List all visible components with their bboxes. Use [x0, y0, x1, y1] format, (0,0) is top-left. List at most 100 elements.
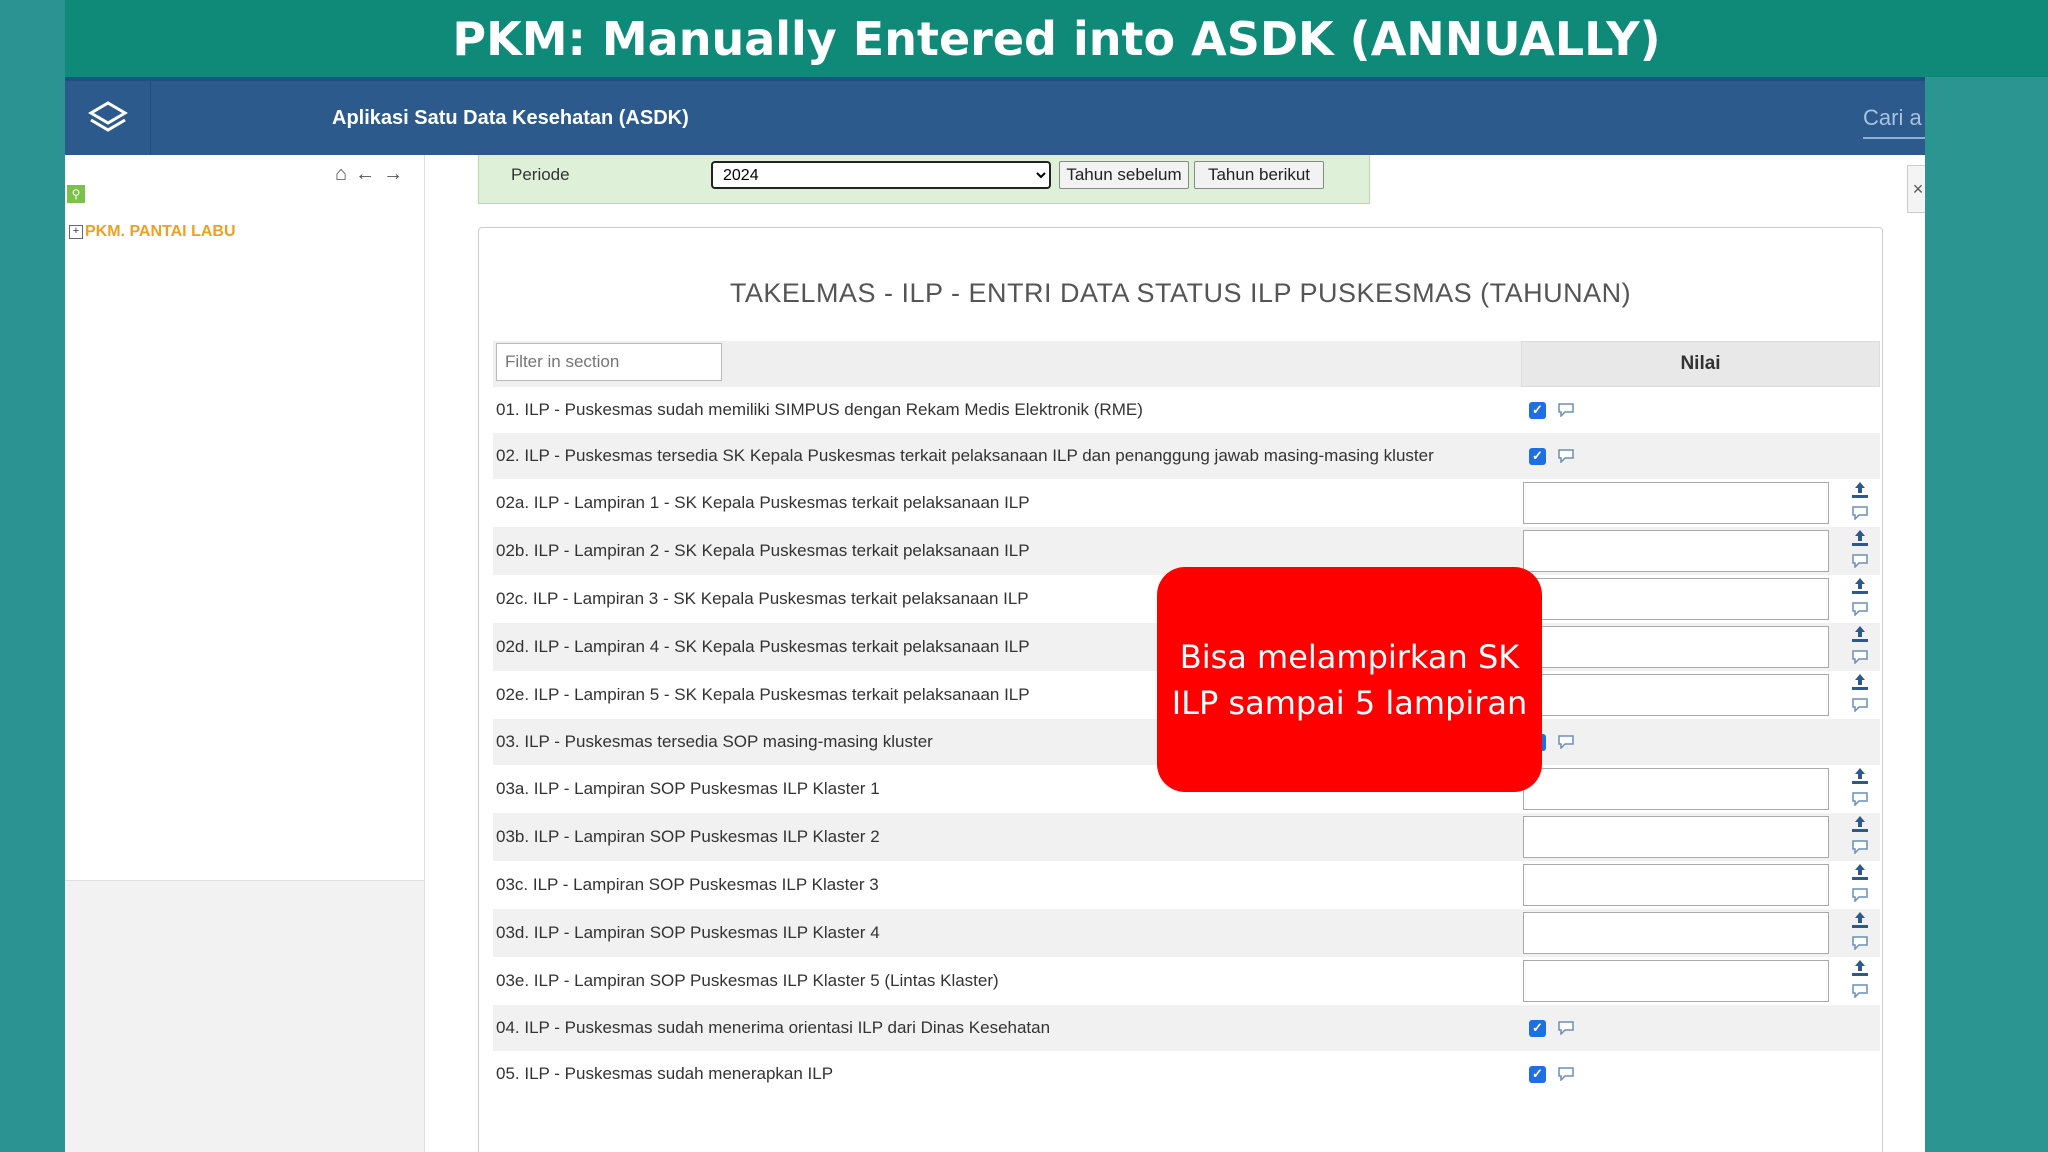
tree-item-pkm[interactable]: + PKM. PANTAI LABU — [69, 223, 236, 241]
row-actions — [1845, 482, 1875, 524]
expand-icon[interactable]: + — [69, 225, 83, 239]
form-row-label: 03b. ILP - Lampiran SOP Puskesmas ILP Kl… — [496, 827, 880, 846]
home-icon[interactable]: ⌂ — [335, 163, 347, 186]
comment-icon[interactable] — [1557, 403, 1575, 418]
file-attachment-field[interactable] — [1523, 674, 1829, 716]
previous-year-button[interactable]: Tahun sebelum — [1059, 161, 1189, 189]
comment-icon[interactable] — [1557, 735, 1575, 750]
comment-icon[interactable] — [1851, 698, 1869, 717]
comment-icon[interactable] — [1557, 1067, 1575, 1082]
annotation-callout: Bisa melampirkan SK ILP sampai 5 lampira… — [1157, 567, 1542, 792]
arrow-left-icon[interactable]: ← — [355, 163, 375, 186]
file-attachment-field[interactable] — [1523, 578, 1829, 620]
checkbox[interactable]: ✓ — [1529, 401, 1546, 419]
layers-logo-icon — [87, 101, 128, 132]
row-actions — [1845, 960, 1875, 1002]
upload-icon[interactable] — [1850, 959, 1870, 982]
row-actions — [1845, 626, 1875, 668]
file-attachment-field[interactable] — [1523, 626, 1829, 668]
next-year-button[interactable]: Tahun berikut — [1194, 161, 1324, 189]
row-actions — [1845, 674, 1875, 716]
comment-icon[interactable] — [1851, 888, 1869, 907]
comment-icon[interactable] — [1851, 936, 1869, 955]
checkbox[interactable]: ✓ — [1529, 1019, 1546, 1037]
form-row: 03b. ILP - Lampiran SOP Puskesmas ILP Kl… — [493, 813, 1880, 861]
search-input[interactable]: Cari a — [1863, 105, 1925, 139]
app-screenshot: Aplikasi Satu Data Kesehatan (ASDK) Cari… — [65, 77, 1925, 1152]
sidebar: ⌂ ← → ⚲ + PKM. PANTAI LABU — [65, 155, 425, 1152]
form-row-label: 02a. ILP - Lampiran 1 - SK Kepala Puskes… — [496, 493, 1030, 512]
comment-icon[interactable] — [1851, 554, 1869, 573]
form-row-label: 01. ILP - Puskesmas sudah memiliki SIMPU… — [496, 400, 1143, 419]
upload-icon[interactable] — [1850, 767, 1870, 790]
right-teal-band — [1925, 77, 2048, 1152]
arrow-right-icon[interactable]: → — [383, 163, 403, 186]
file-attachment-field[interactable] — [1523, 864, 1829, 906]
form-row-label: 02c. ILP - Lampiran 3 - SK Kepala Puskes… — [496, 589, 1029, 608]
file-attachment-field[interactable] — [1523, 482, 1829, 524]
comment-icon[interactable] — [1557, 449, 1575, 464]
checkbox[interactable]: ✓ — [1529, 447, 1546, 465]
filter-input[interactable] — [496, 343, 722, 381]
slide-title: PKM: Manually Entered into ASDK (ANNUALL… — [65, 0, 2048, 77]
form-row: 03e. ILP - Lampiran SOP Puskesmas ILP Kl… — [493, 957, 1880, 1005]
comment-icon[interactable] — [1851, 840, 1869, 859]
close-panel-icon[interactable]: × — [1907, 165, 1925, 213]
upload-icon[interactable] — [1850, 577, 1870, 600]
comment-icon[interactable] — [1851, 792, 1869, 811]
comment-icon[interactable] — [1557, 1021, 1575, 1036]
period-label: Periode — [511, 165, 570, 184]
row-actions — [1845, 912, 1875, 954]
search-icon[interactable]: ⚲ — [67, 185, 85, 203]
file-attachment-field[interactable] — [1523, 960, 1829, 1002]
comment-icon[interactable] — [1851, 506, 1869, 525]
row-actions — [1845, 816, 1875, 858]
form-row: 05. ILP - Puskesmas sudah menerapkan ILP… — [493, 1051, 1880, 1097]
upload-icon[interactable] — [1850, 529, 1870, 552]
file-attachment-field[interactable] — [1523, 530, 1829, 572]
upload-icon[interactable] — [1850, 481, 1870, 504]
form-title: TAKELMAS - ILP - ENTRI DATA STATUS ILP P… — [729, 278, 1632, 308]
form-row-label: 03a. ILP - Lampiran SOP Puskesmas ILP Kl… — [496, 779, 880, 798]
form-row-label: 05. ILP - Puskesmas sudah menerapkan ILP — [496, 1064, 834, 1083]
form-row-label: 02d. ILP - Lampiran 4 - SK Kepala Puskes… — [496, 637, 1030, 656]
upload-icon[interactable] — [1850, 911, 1870, 934]
comment-icon[interactable] — [1851, 602, 1869, 621]
file-attachment-field[interactable] — [1523, 816, 1829, 858]
checkbox[interactable]: ✓ — [1529, 1065, 1546, 1083]
upload-icon[interactable] — [1850, 863, 1870, 886]
sidebar-nav: ⌂ ← → — [335, 163, 403, 186]
row-actions — [1845, 578, 1875, 620]
row-actions — [1845, 530, 1875, 572]
form-row: 03d. ILP - Lampiran SOP Puskesmas ILP Kl… — [493, 909, 1880, 957]
file-attachment-field[interactable] — [1523, 768, 1829, 810]
tree-item-label[interactable]: PKM. PANTAI LABU — [85, 223, 236, 241]
app-title: Aplikasi Satu Data Kesehatan (ASDK) — [332, 107, 689, 129]
comment-icon[interactable] — [1851, 984, 1869, 1003]
app-topbar: Aplikasi Satu Data Kesehatan (ASDK) Cari… — [65, 77, 1925, 155]
form-row: 01. ILP - Puskesmas sudah memiliki SIMPU… — [493, 387, 1880, 433]
upload-icon[interactable] — [1850, 625, 1870, 648]
upload-icon[interactable] — [1850, 673, 1870, 696]
sidebar-footer-area — [65, 880, 424, 1152]
period-filter: Periode 2024 Tahun sebelum Tahun berikut — [478, 155, 1370, 204]
form-header: Nilai — [493, 341, 1880, 387]
form-row: 03c. ILP - Lampiran SOP Puskesmas ILP Kl… — [493, 861, 1880, 909]
form-row-label: 02e. ILP - Lampiran 5 - SK Kepala Puskes… — [496, 685, 1030, 704]
form-row: 02. ILP - Puskesmas tersedia SK Kepala P… — [493, 433, 1880, 479]
form-row: 02a. ILP - Lampiran 1 - SK Kepala Puskes… — [493, 479, 1880, 527]
comment-icon[interactable] — [1851, 650, 1869, 669]
file-attachment-field[interactable] — [1523, 912, 1829, 954]
form-row-label: 04. ILP - Puskesmas sudah menerima orien… — [496, 1018, 1051, 1037]
form-row-label: 02b. ILP - Lampiran 2 - SK Kepala Puskes… — [496, 541, 1030, 560]
upload-icon[interactable] — [1850, 815, 1870, 838]
left-teal-band — [0, 0, 65, 1152]
row-actions — [1845, 768, 1875, 810]
period-select[interactable]: 2024 — [711, 161, 1051, 189]
form-row-label: 02. ILP - Puskesmas tersedia SK Kepala P… — [496, 446, 1434, 465]
value-column-header: Nilai — [1521, 341, 1880, 387]
app-logo[interactable] — [65, 81, 151, 155]
form-row-label: 03e. ILP - Lampiran SOP Puskesmas ILP Kl… — [496, 971, 999, 990]
form-row: 04. ILP - Puskesmas sudah menerima orien… — [493, 1005, 1880, 1051]
form-row-label: 03d. ILP - Lampiran SOP Puskesmas ILP Kl… — [496, 923, 880, 942]
